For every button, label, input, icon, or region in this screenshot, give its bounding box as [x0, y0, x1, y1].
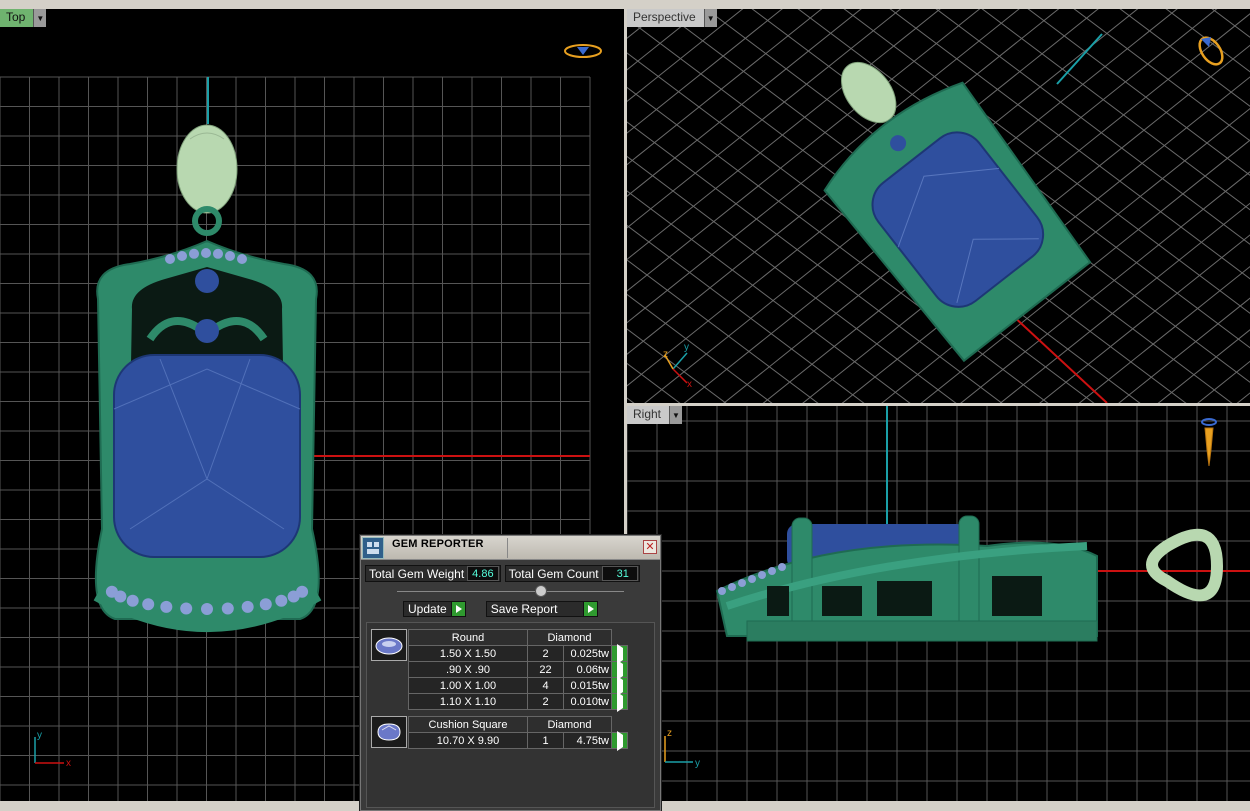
viewport-right[interactable]: Right ▼ z y [627, 406, 1250, 801]
play-icon[interactable] [583, 602, 598, 616]
axis-indicator-icon: y x [34, 730, 71, 769]
total-gem-count: Total Gem Count 31 [504, 565, 640, 582]
gem-actions: Update Save Report [361, 599, 660, 617]
close-icon[interactable]: ✕ [643, 540, 657, 554]
cushion-gem-icon [371, 716, 407, 748]
gem-group-round: Round Diamond 1.50 X 1.50 2 0.025tw .90 … [371, 629, 654, 712]
svg-text:y: y [695, 758, 700, 769]
gem-reporter-app-icon [362, 536, 384, 559]
axis-indicator-icon: z y x [663, 342, 692, 389]
gem-group-cushion: Cushion Square Diamond 10.70 X 9.90 1 4.… [371, 716, 654, 751]
total-gem-weight: Total Gem Weight 4.86 [365, 565, 501, 582]
pendant-model-right [715, 515, 1224, 642]
axis-indicator-icon: z y [664, 728, 700, 769]
table-row[interactable]: 10.70 X 9.90 1 4.75tw [408, 730, 628, 751]
svg-text:y: y [684, 342, 689, 353]
save-report-button[interactable]: Save Report [485, 601, 599, 617]
pendant-model-top [93, 124, 322, 632]
chevron-down-icon[interactable]: ▼ [703, 9, 717, 27]
table-row[interactable]: 1.10 X 1.10 2 0.010tw [408, 691, 628, 712]
round-gem-icon [371, 629, 407, 661]
svg-text:x: x [687, 379, 692, 389]
gem-reporter-panel[interactable]: GEM REPORTER ✕ Total Gem Weight 4.86 Tot… [360, 535, 661, 811]
slider-knob[interactable] [535, 585, 547, 597]
update-button[interactable]: Update [403, 601, 466, 617]
pendant-model-perspective [823, 62, 1092, 363]
view-cube-ring-icon[interactable] [562, 39, 604, 63]
table-row[interactable]: 1.50 X 1.50 2 0.025tw [408, 643, 628, 664]
view-cube-ring-icon[interactable] [1197, 414, 1221, 470]
table-row[interactable]: .90 X .90 22 0.06tw [408, 659, 628, 680]
gem-reporter-titlebar[interactable]: GEM REPORTER ✕ [361, 536, 660, 560]
grid-right [627, 406, 1250, 801]
play-icon[interactable] [450, 602, 465, 616]
chevron-down-icon[interactable]: ▼ [669, 406, 683, 424]
viewport-label-top[interactable]: Top ▼ [0, 9, 47, 27]
table-row[interactable]: 1.00 X 1.00 4 0.015tw [408, 675, 628, 696]
viewport-label-right[interactable]: Right ▼ [627, 406, 683, 424]
viewport-perspective[interactable]: Perspective ▼ z y x [627, 9, 1250, 403]
total-gem-weight-value: 4.86 [467, 566, 499, 581]
gem-stats-row: Total Gem Weight 4.86 Total Gem Count 31 [361, 560, 660, 582]
grid-perspective [627, 9, 1250, 403]
chevron-down-icon[interactable]: ▼ [33, 9, 47, 27]
svg-text:y: y [37, 730, 42, 741]
total-gem-count-value: 31 [601, 566, 638, 581]
gem-reporter-title: GEM REPORTER [392, 537, 484, 550]
svg-text:z: z [667, 728, 672, 739]
titlebar-divider [507, 538, 508, 558]
gem-list[interactable]: Round Diamond 1.50 X 1.50 2 0.025tw .90 … [366, 622, 655, 808]
svg-text:x: x [66, 758, 71, 769]
splitter-slider[interactable] [397, 585, 624, 599]
svg-text:z: z [663, 349, 668, 360]
viewport-label-perspective[interactable]: Perspective ▼ [627, 9, 717, 27]
select-gem-button[interactable] [611, 691, 628, 712]
gem-table-cushion: Cushion Square Diamond 10.70 X 9.90 1 4.… [408, 716, 628, 751]
select-gem-button[interactable] [611, 730, 628, 751]
view-cube-ring-icon[interactable] [1193, 31, 1229, 71]
gem-table-round: Round Diamond 1.50 X 1.50 2 0.025tw .90 … [408, 629, 628, 712]
